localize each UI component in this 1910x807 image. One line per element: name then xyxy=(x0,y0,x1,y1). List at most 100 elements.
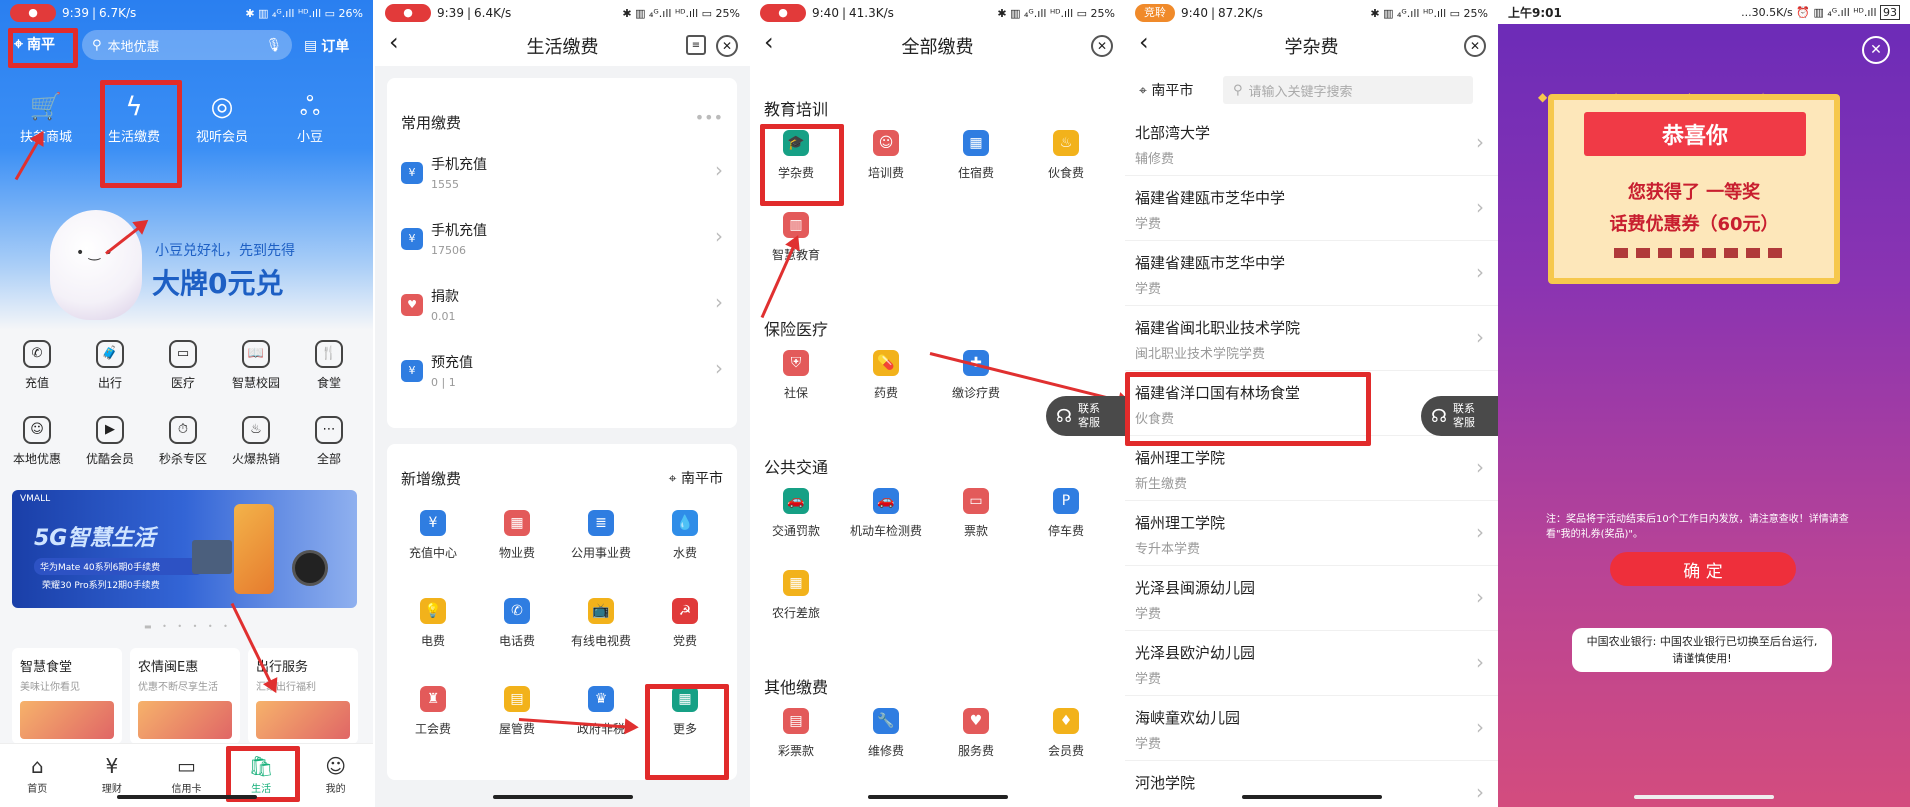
bulb-icon: 💡 xyxy=(420,598,446,624)
payment-item-label: 公用事业费 xyxy=(570,546,631,560)
payment-item-9[interactable]: ▤ 屋管费 xyxy=(479,686,555,737)
grid-item-8[interactable]: ♨ 火爆热销 xyxy=(221,416,291,467)
status-time: 上午9:01 xyxy=(1508,5,1562,20)
payment-item-1[interactable]: ▦ 物业费 xyxy=(479,510,555,561)
payment-item[interactable]: 🚗 机动车检测费 xyxy=(848,488,924,539)
school-row[interactable]: 福州理工学院 新生缴费 › xyxy=(1125,437,1498,501)
school-row[interactable]: 福建省建瓯市芝华中学 学费 › xyxy=(1125,177,1498,241)
grid-item-9[interactable]: ⋯ 全部 xyxy=(294,416,364,467)
more-dots-icon[interactable]: ••• xyxy=(695,108,723,127)
grid-item-6[interactable]: ▶ 优酷会员 xyxy=(75,416,145,467)
microphone-icon[interactable]: 🎙 xyxy=(265,38,282,53)
back-icon[interactable]: ‹ xyxy=(1139,28,1149,56)
confirm-button[interactable]: 确 定 xyxy=(1610,552,1796,586)
school-row[interactable]: 光泽县欧沪幼儿园 学费 › xyxy=(1125,632,1498,696)
grid-item-5[interactable]: ☺ 本地优惠 xyxy=(2,416,72,467)
close-icon[interactable]: ✕ xyxy=(1091,35,1113,57)
close-icon[interactable]: ✕ xyxy=(1862,36,1890,64)
quick-entry-3[interactable]: ஃ 小豆 xyxy=(268,88,352,145)
payment-item-8[interactable]: ♜ 工会费 xyxy=(395,686,471,737)
grid-item-2[interactable]: ▭ 医疗 xyxy=(148,340,218,391)
home-indicator xyxy=(1634,795,1774,799)
nav-tab-0[interactable]: ⌂ 首页 xyxy=(0,744,75,807)
school-row[interactable]: 福建省建瓯市芝华中学 学费 › xyxy=(1125,242,1498,306)
payment-item[interactable]: ⛨ 社保 xyxy=(758,350,834,401)
vmall-banner[interactable]: VMALL 5G智慧生活 华为Mate 40系列6期0手续费 荣耀30 Pro系… xyxy=(12,490,357,608)
back-icon[interactable]: ‹ xyxy=(764,28,774,56)
promo-banner[interactable]: • ‿ • 小豆兑好礼，先到先得 大牌0元兑 xyxy=(0,190,373,330)
grid-item-7[interactable]: ⏱ 秒杀专区 xyxy=(148,416,218,467)
city-label: 南平市 xyxy=(681,471,723,487)
payment-item-6[interactable]: 📺 有线电视费 xyxy=(563,598,639,649)
school-row[interactable]: 北部湾大学 辅修费 › xyxy=(1125,112,1498,176)
common-payment-row[interactable]: ¥ 手机充值 17506 › xyxy=(387,214,737,276)
school-row[interactable]: 海峡童欢幼儿园 学费 › xyxy=(1125,697,1498,761)
grid-item-0[interactable]: ✆ 充值 xyxy=(2,340,72,391)
city-selector[interactable]: ⌖ 南平市 xyxy=(669,468,723,488)
contact-service-button[interactable]: ☊ 联系客服 xyxy=(1046,396,1125,436)
battery-level: 25 xyxy=(1463,6,1478,20)
status-speed: 41.3K/s xyxy=(849,6,894,20)
building-icon: ▦ xyxy=(963,130,989,156)
home-indicator xyxy=(867,795,1008,799)
status-bar: ● 9:39 | 6.4K/s ✱ ▥ ₄ᴳ.ıll ᴴᴰ.ıll ▭ 25% xyxy=(375,0,750,26)
orders-button[interactable]: ▤ 订单 xyxy=(304,36,349,56)
payment-item-7[interactable]: ☭ 党费 xyxy=(647,598,723,649)
records-icon[interactable]: ≡ xyxy=(686,35,706,55)
city-selector[interactable]: ⌖ 南平市 xyxy=(1139,80,1193,100)
payment-item[interactable]: ▭ 票款 xyxy=(938,488,1014,539)
school-name: 光泽县闽源幼儿园 xyxy=(1135,579,1256,597)
payment-item[interactable]: ▦ 农行差旅 xyxy=(758,570,834,621)
payment-item[interactable]: ▤ 彩票款 xyxy=(758,708,834,759)
payment-item[interactable]: ▦ 住宿费 xyxy=(938,130,1014,181)
back-icon[interactable]: ‹ xyxy=(389,28,399,56)
payment-item-4[interactable]: 💡 电费 xyxy=(395,598,471,649)
school-row[interactable]: 河池学院 › xyxy=(1125,762,1498,807)
common-payment-row[interactable]: ¥ 预充值 0 | 1 › xyxy=(387,346,737,408)
school-name: 北部湾大学 xyxy=(1135,124,1211,142)
feature-card-1[interactable]: 农情闽E惠 优惠不断尽享生活 xyxy=(130,648,240,744)
close-icon[interactable]: ✕ xyxy=(716,35,738,57)
payment-item[interactable]: ☺ 培训费 xyxy=(848,130,924,181)
search-bar[interactable]: ⚲ 本地优惠 🎙 xyxy=(82,30,292,60)
payment-item[interactable]: P 停车费 xyxy=(1028,488,1104,539)
city-label: 南平市 xyxy=(1151,83,1194,99)
feature-card-image xyxy=(138,701,232,739)
car-icon: 🚗 xyxy=(873,488,899,514)
school-row[interactable]: 福州理工学院 专升本学费 › xyxy=(1125,502,1498,566)
payment-name: 预充值 xyxy=(431,355,473,371)
chevron-right-icon: › xyxy=(1476,325,1484,349)
close-icon[interactable]: ✕ xyxy=(1464,35,1486,57)
quick-entry-2[interactable]: ◎ 视听会员 xyxy=(180,88,264,145)
payment-item[interactable]: 💊 药费 xyxy=(848,350,924,401)
headset-icon: ☊ xyxy=(1431,405,1447,427)
payment-item[interactable]: ♥ 服务费 xyxy=(938,708,1014,759)
mascot-image xyxy=(50,210,142,320)
feature-card-0[interactable]: 智慧食堂 美味让你看见 xyxy=(12,648,122,744)
payment-item-3[interactable]: 💧 水费 xyxy=(647,510,723,561)
school-row[interactable]: 光泽县闽源幼儿园 学费 › xyxy=(1125,567,1498,631)
feature-card-2[interactable]: 出行服务 汇聚出行福利 xyxy=(248,648,358,744)
payment-item-2[interactable]: ≣ 公用事业费 xyxy=(563,510,639,561)
common-payment-row[interactable]: ♥ 捐款 0.01 › xyxy=(387,280,737,342)
person-icon: ☺ xyxy=(873,130,899,156)
contact-service-button[interactable]: ☊ 联系客服 xyxy=(1421,396,1498,436)
common-payment-row[interactable]: ¥ 手机充值 1555 › xyxy=(387,148,737,210)
payment-item-label: 会员费 xyxy=(1047,744,1084,758)
page-title: 学杂费 xyxy=(1284,37,1339,58)
nav-tab-4[interactable]: ☺ 我的 xyxy=(298,744,373,807)
payment-item[interactable]: ♨ 伙食费 xyxy=(1028,130,1104,181)
payment-item-5[interactable]: ✆ 电话费 xyxy=(479,598,555,649)
payment-item[interactable]: ♦ 会员费 xyxy=(1028,708,1104,759)
grid-item-1[interactable]: 🧳 出行 xyxy=(75,340,145,391)
payment-item[interactable]: 🚗 交通罚款 xyxy=(758,488,834,539)
payment-item[interactable]: 🔧 维修费 xyxy=(848,708,924,759)
payment-item-0[interactable]: ¥ 充值中心 xyxy=(395,510,471,561)
payment-item-label: 物业费 xyxy=(498,546,535,560)
keyword-search-input[interactable]: ⚲ 请输入关键字搜索 xyxy=(1223,76,1473,104)
grid-item-4[interactable]: 🍴 食堂 xyxy=(294,340,364,391)
section-title: 公共交通 xyxy=(764,458,829,477)
school-row[interactable]: 福建省闽北职业技术学院 闽北职业技术学院学费 › xyxy=(1125,307,1498,371)
grid-item-3[interactable]: 📖 智慧校园 xyxy=(221,340,291,391)
payment-item-label: 培训费 xyxy=(867,166,904,180)
